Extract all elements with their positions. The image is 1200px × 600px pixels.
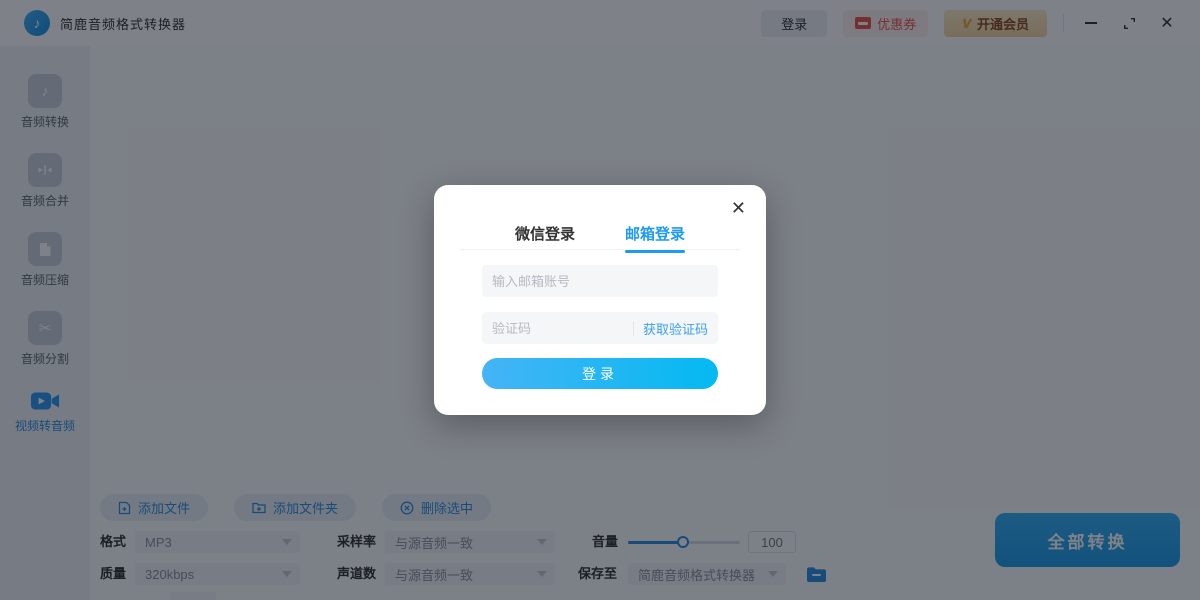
- verification-code-input[interactable]: [492, 321, 629, 336]
- modal-login-label: 登录: [582, 364, 618, 384]
- code-divider: [633, 321, 634, 336]
- modal-close-button[interactable]: ✕: [731, 199, 746, 217]
- email-input[interactable]: [492, 274, 708, 289]
- code-field-wrap: 获取验证码: [482, 312, 718, 344]
- login-modal: ✕ 微信登录 邮箱登录 获取验证码 登录: [434, 185, 766, 415]
- app-window: ♪ 简鹿音频格式转换器 登录 优惠券 V 开通会员 ✕: [0, 0, 1200, 600]
- get-code-link[interactable]: 获取验证码: [643, 319, 708, 338]
- email-field-wrap: [482, 265, 718, 297]
- tabs-divider: [460, 249, 740, 250]
- modal-login-button[interactable]: 登录: [482, 358, 718, 389]
